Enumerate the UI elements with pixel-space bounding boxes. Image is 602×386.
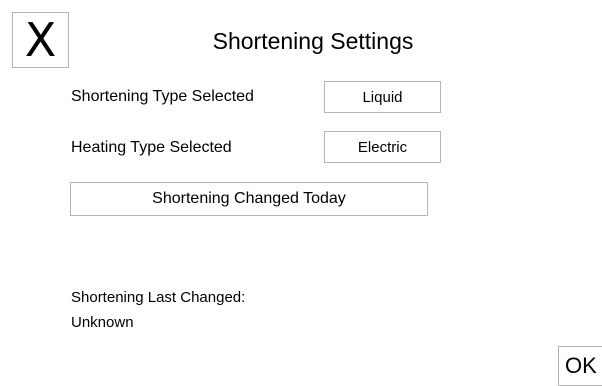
heating-type-selector[interactable]: Electric [324, 131, 441, 163]
shortening-type-selector[interactable]: Liquid [324, 81, 441, 113]
close-icon: X [24, 13, 57, 67]
page-title: Shortening Settings [212, 28, 414, 54]
last-changed-label: Shortening Last Changed: [71, 289, 246, 306]
shortening-type-label: Shortening Type Selected [71, 88, 254, 105]
shortening-settings-screen: X Shortening Settings Shortening Type Se… [0, 0, 602, 386]
last-changed-value: Unknown [71, 314, 134, 331]
ok-button[interactable]: OK [558, 346, 602, 386]
heating-type-label: Heating Type Selected [71, 139, 232, 156]
shortening-changed-today-button[interactable]: Shortening Changed Today [70, 182, 428, 216]
close-button[interactable]: X [12, 12, 69, 68]
